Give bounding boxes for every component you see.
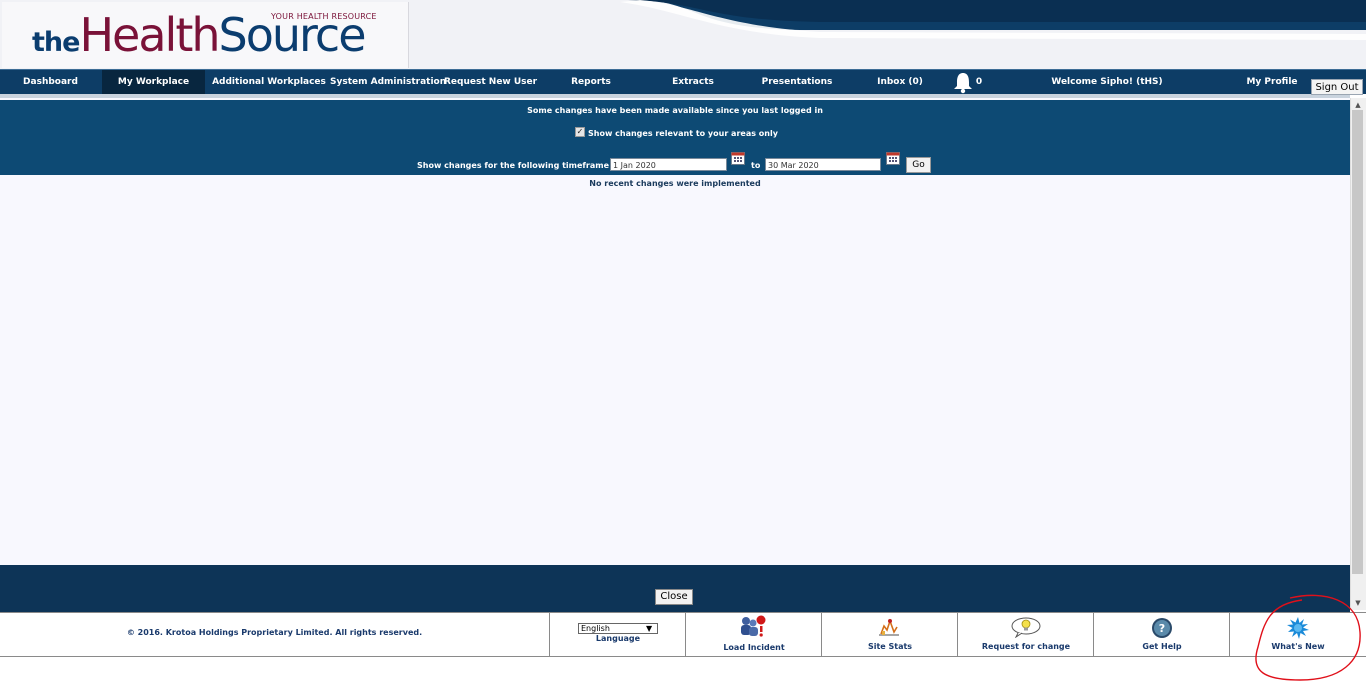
nav-dashboard[interactable]: Dashboard (0, 70, 101, 95)
logo-tagline: YOUR HEALTH RESOURCE (271, 12, 377, 21)
from-date-input[interactable]: 1 Jan 2020 (610, 158, 727, 171)
timeframe-label: Show changes for the following timeframe (417, 161, 610, 170)
language-cell: Language (549, 612, 686, 657)
go-button[interactable]: Go (906, 157, 931, 173)
empty-changes-message: No recent changes were implemented (589, 179, 761, 188)
relevant-areas-label: Show changes relevant to your areas only (588, 129, 778, 138)
to-calendar-icon[interactable] (886, 152, 900, 165)
from-calendar-icon[interactable] (731, 152, 745, 165)
svg-text:?: ? (1159, 622, 1165, 635)
notification-count: 0 (975, 77, 983, 87)
get-help-label: Get Help (1142, 642, 1182, 651)
nav-presentations[interactable]: Presentations (755, 70, 839, 95)
site-stats-label: Site Stats (867, 642, 913, 651)
nav-extracts[interactable]: Extracts (660, 70, 726, 95)
sign-out-button[interactable]: Sign Out (1311, 79, 1363, 95)
to-label: to (751, 161, 761, 170)
nav-additional-workplaces[interactable]: Additional Workplaces (211, 70, 327, 95)
lightbulb-icon (1011, 617, 1041, 638)
red-circle-annotation (1255, 594, 1361, 681)
scrollbar-thumb[interactable] (1352, 110, 1363, 574)
load-incident-icon (741, 615, 766, 637)
nav-request-new-user[interactable]: Request New User (444, 70, 537, 95)
copyright-text: © 2016. Krotoa Holdings Proprietary Limi… (126, 628, 423, 637)
language-label: Language (595, 634, 641, 643)
scroll-up-arrow-icon[interactable]: ▲ (1353, 100, 1363, 110)
main-navigation: Dashboard My Workplace Additional Workpl… (0, 69, 1366, 95)
load-incident-label: Load Incident (723, 643, 785, 652)
changes-heading: Some changes have been made available si… (527, 106, 823, 115)
load-incident-cell[interactable]: Load Incident (685, 612, 822, 657)
chevron-down-icon[interactable]: ▼ (646, 624, 652, 633)
help-icon: ? (1152, 618, 1172, 638)
site-stats-cell[interactable]: Site Stats (821, 612, 958, 657)
get-help-cell[interactable]: ? Get Help (1093, 612, 1230, 657)
nav-my-workplace[interactable]: My Workplace (102, 70, 205, 95)
request-change-cell[interactable]: Request for change (957, 612, 1094, 657)
relevant-areas-checkbox[interactable]: ✓ (575, 127, 585, 137)
to-date-input[interactable]: 30 Mar 2020 (765, 158, 881, 171)
request-change-label: Request for change (981, 642, 1071, 651)
close-button[interactable]: Close (655, 589, 693, 605)
bell-icon[interactable] (952, 71, 974, 94)
welcome-user: Welcome Sipho! (tHS) (1051, 77, 1163, 87)
logo-health-text: Health (79, 8, 220, 62)
site-stats-icon (879, 618, 899, 636)
nav-inbox[interactable]: Inbox (0) (868, 70, 932, 95)
nav-system-administration[interactable]: System Administration (330, 70, 446, 95)
logo-the-text: the (32, 27, 80, 58)
nav-reports[interactable]: Reports (558, 70, 624, 95)
nav-my-profile[interactable]: My Profile (1240, 70, 1304, 95)
